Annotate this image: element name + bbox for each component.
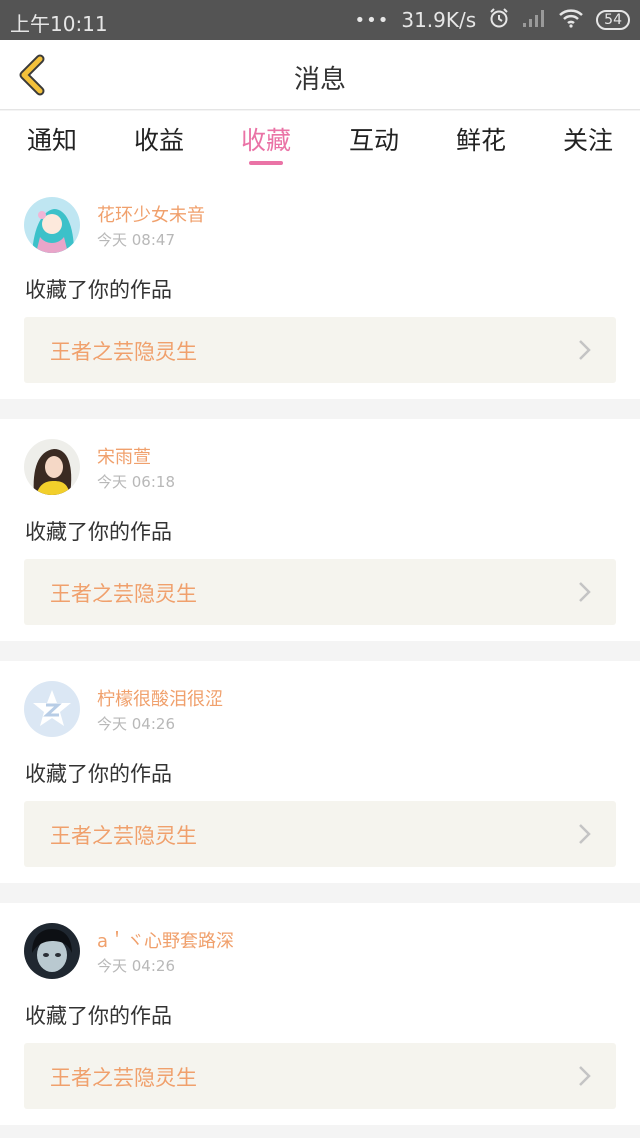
list-item: 宋雨萱 今天 06:18 收藏了你的作品 王者之芸隐灵生 (0, 419, 640, 641)
tab-earnings[interactable]: 收益 (109, 121, 209, 157)
action-text: 收藏了你的作品 (25, 278, 172, 302)
list-item: a＇ヾ心野套路深 今天 04:26 收藏了你的作品 王者之芸隐灵生 (0, 903, 640, 1125)
tab-favorites[interactable]: 收藏 (216, 121, 316, 157)
signal-icon (522, 8, 546, 33)
chevron-right-icon (579, 582, 591, 602)
status-time: 上午10:11 (10, 12, 108, 36)
work-link[interactable]: 王者之芸隐灵生 (24, 801, 616, 867)
alarm-icon (488, 7, 510, 34)
work-title: 王者之芸隐灵生 (50, 582, 197, 606)
user-name[interactable]: a＇ヾ心野套路深 (97, 927, 234, 953)
chevron-right-icon (579, 1066, 591, 1086)
list-item: 柠檬很酸泪很涩 今天 04:26 收藏了你的作品 王者之芸隐灵生 (0, 661, 640, 883)
tab-bar: 通知 收益 收藏 互动 鲜花 关注 (0, 111, 640, 177)
action-text: 收藏了你的作品 (25, 1004, 172, 1028)
timestamp: 今天 04:26 (97, 715, 175, 733)
avatar[interactable] (24, 681, 80, 737)
status-bar: 上午10:11 ••• 31.9K/s 54 (0, 0, 640, 40)
work-link[interactable]: 王者之芸隐灵生 (24, 559, 616, 625)
user-name[interactable]: 花环少女未音 (97, 201, 205, 227)
chevron-right-icon (579, 824, 591, 844)
tab-interactions[interactable]: 互动 (324, 121, 424, 157)
list-item: 花环少女未音 今天 08:47 收藏了你的作品 王者之芸隐灵生 (0, 177, 640, 399)
wifi-icon (558, 8, 584, 33)
action-text: 收藏了你的作品 (25, 520, 172, 544)
timestamp: 今天 08:47 (97, 231, 175, 249)
tab-flowers[interactable]: 鲜花 (431, 121, 531, 157)
work-link[interactable]: 王者之芸隐灵生 (24, 1043, 616, 1109)
active-tab-indicator (249, 161, 283, 165)
chevron-right-icon (579, 340, 591, 360)
work-title: 王者之芸隐灵生 (50, 340, 197, 364)
avatar[interactable] (24, 923, 80, 979)
user-name[interactable]: 宋雨萱 (97, 443, 151, 469)
status-right: ••• 31.9K/s 54 (354, 7, 630, 34)
more-dots-icon: ••• (354, 9, 390, 31)
work-link[interactable]: 王者之芸隐灵生 (24, 317, 616, 383)
battery-indicator: 54 (596, 10, 630, 30)
tab-follows[interactable]: 关注 (538, 121, 638, 157)
page-title: 消息 (293, 65, 346, 95)
tab-notifications[interactable]: 通知 (2, 121, 102, 157)
user-name[interactable]: 柠檬很酸泪很涩 (97, 685, 223, 711)
timestamp: 今天 04:26 (97, 957, 175, 975)
work-title: 王者之芸隐灵生 (50, 1066, 197, 1090)
timestamp: 今天 06:18 (97, 473, 175, 491)
avatar[interactable] (24, 197, 80, 253)
work-title: 王者之芸隐灵生 (50, 824, 197, 848)
network-speed: 31.9K/s (401, 8, 477, 32)
avatar[interactable] (24, 439, 80, 495)
action-text: 收藏了你的作品 (25, 762, 172, 786)
nav-bar: 消息 (0, 40, 640, 110)
